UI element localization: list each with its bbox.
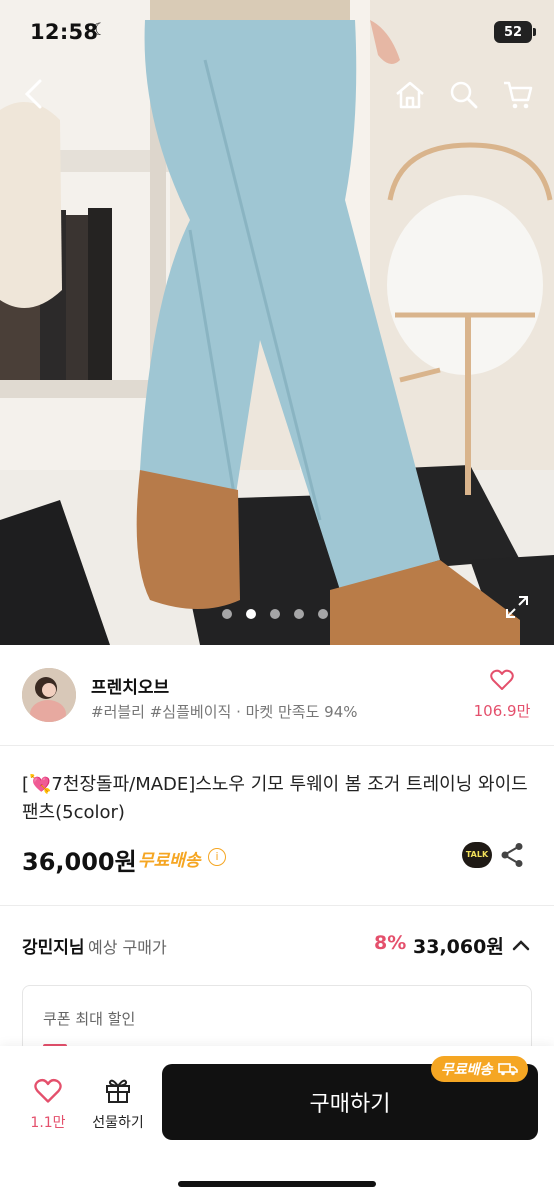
carousel-dot[interactable]: [318, 609, 328, 619]
collapse-button[interactable]: [510, 934, 532, 960]
status-indicators: 52: [494, 21, 536, 43]
kakao-talk-button[interactable]: TALK: [462, 842, 492, 868]
truck-icon: [497, 1063, 518, 1076]
seller-tags: #러블리 #심플베이직 · 마켓 만족도 94%: [91, 703, 358, 721]
home-indicator: [178, 1181, 376, 1187]
home-icon: [396, 81, 424, 109]
seller-avatar[interactable]: [22, 668, 76, 722]
seller-like-button[interactable]: 106.9만: [472, 669, 532, 721]
carousel-dots: [222, 609, 328, 619]
free-shipping-label: 무료배송: [138, 851, 201, 871]
back-icon: [24, 79, 42, 109]
product-like-button[interactable]: 1.1만: [22, 1078, 74, 1132]
bottom-action-bar: 1.1만 선물하기 구매하기 무료배송: [0, 1046, 554, 1200]
carousel-dot[interactable]: [270, 609, 280, 619]
chevron-up-icon: [512, 940, 530, 951]
status-time: 12:58: [30, 20, 99, 44]
expand-icon: [506, 596, 528, 618]
top-nav: [0, 78, 554, 118]
avatar-image: [22, 668, 76, 722]
coupon-title: 쿠폰 최대 할인: [43, 1010, 136, 1028]
carousel-dot[interactable]: [222, 609, 232, 619]
product-title: [💘7천장돌파/MADE]스노우 기모 투웨이 봄 조거 트레이닝 와이드 팬츠…: [22, 774, 528, 823]
gift-label: 선물하기: [92, 1115, 144, 1131]
seller-name[interactable]: 프렌치오브: [91, 673, 169, 698]
product-price: 36,000원: [22, 848, 137, 876]
heart-icon: [490, 669, 514, 690]
member-price-label: 예상 구매가: [88, 938, 167, 957]
product-like-count: 1.1만: [30, 1115, 66, 1131]
moon-icon: ☾: [92, 20, 108, 40]
carousel-dot[interactable]: [294, 609, 304, 619]
member-discount-rate: 8%: [374, 932, 407, 954]
free-shipping-badge-label: 무료배송: [441, 1062, 493, 1078]
seller-row[interactable]: 프렌치오브 #러블리 #심플베이직 · 마켓 만족도 94% 106.9만: [0, 645, 554, 746]
product-hero-image[interactable]: 12:58 ☾ 52: [0, 0, 554, 645]
battery-indicator: 52: [494, 21, 536, 43]
member-name: 강민지님: [22, 938, 85, 958]
share-icon: [501, 843, 523, 867]
member-expected-price: 33,060원: [413, 936, 504, 958]
seller-like-count: 106.9만: [473, 702, 531, 720]
cart-icon: [504, 81, 533, 109]
carousel-dot-active[interactable]: [246, 609, 256, 619]
member-price-row[interactable]: 강민지님 예상 구매가 8% 33,060원: [0, 920, 554, 970]
status-bar: 12:58 ☾ 52: [0, 0, 554, 66]
share-button[interactable]: [500, 842, 524, 872]
heart-icon: [34, 1078, 62, 1103]
gift-button[interactable]: 선물하기: [86, 1076, 150, 1132]
free-shipping-badge: 무료배송: [431, 1056, 528, 1082]
section-divider: [0, 905, 554, 906]
gift-icon: [106, 1079, 130, 1103]
search-icon: [450, 81, 478, 109]
info-icon[interactable]: i: [208, 848, 226, 866]
